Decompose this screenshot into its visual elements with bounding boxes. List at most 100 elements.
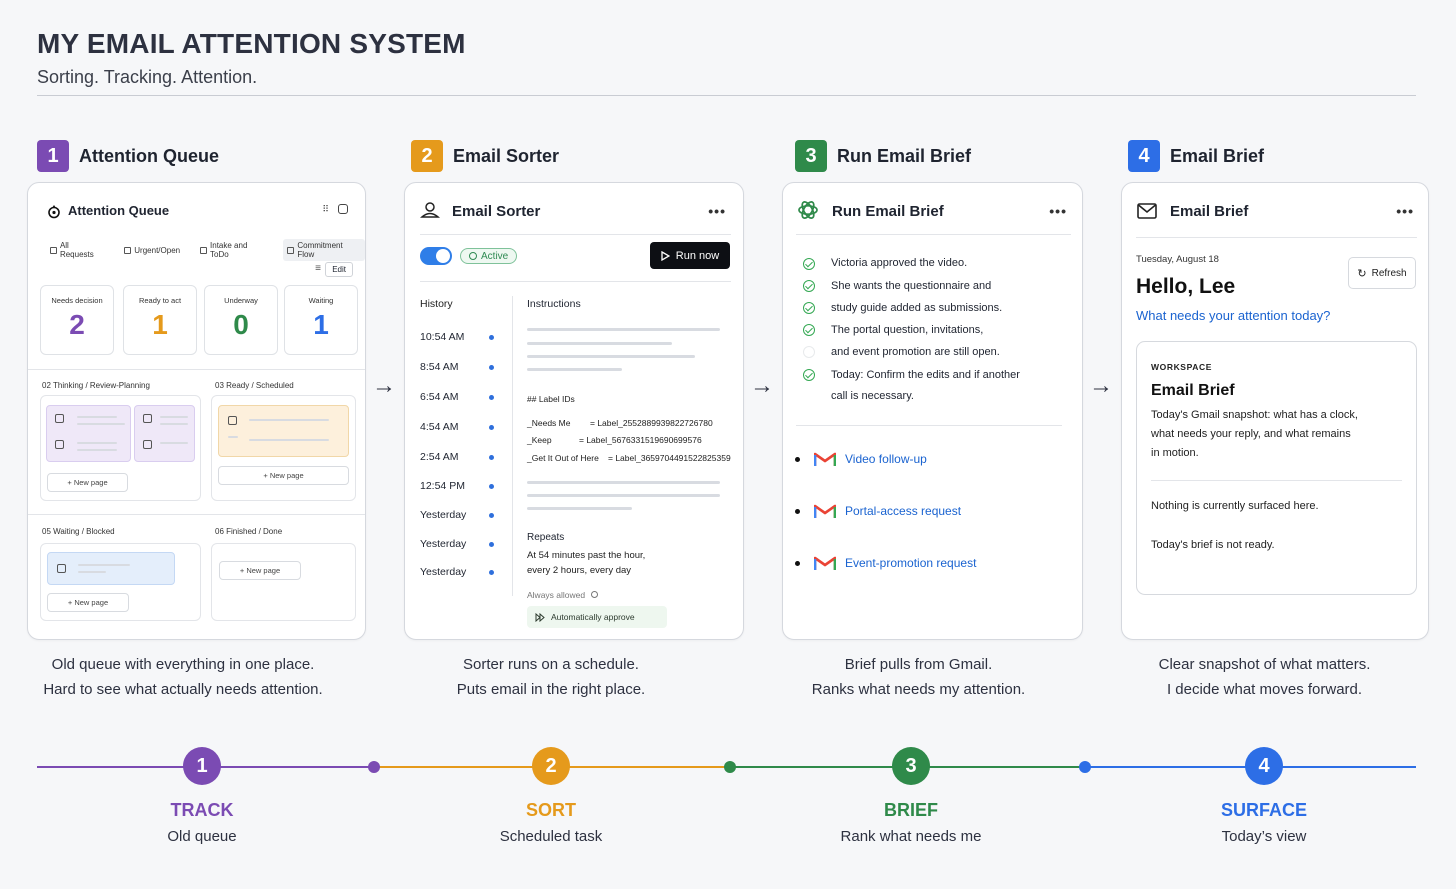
timeline-sub: Old queue — [167, 828, 237, 845]
brief-line: and event promotion are still open. — [831, 346, 1000, 358]
history-label: History — [420, 298, 453, 310]
grid-icon[interactable]: ⠿ — [322, 204, 329, 215]
label-value: = Label_2552889939822726780 — [590, 418, 713, 428]
history-dot — [489, 335, 494, 340]
filter-icon[interactable]: ≡ — [315, 263, 321, 274]
divider — [420, 234, 731, 235]
openai-logo-icon — [798, 201, 818, 219]
step-title-4: Email Brief — [1170, 145, 1265, 166]
history-item[interactable]: 12:54 PM — [420, 480, 465, 492]
timeline-label-track: TRACK — [170, 800, 234, 820]
divider — [796, 425, 1062, 426]
surfaced-status: Nothing is currently surfaced here. — [1151, 500, 1319, 512]
step-title-3: Run Email Brief — [837, 145, 972, 166]
tab-intake-todo[interactable]: Intake and ToDo — [196, 239, 271, 261]
timeline-sub: Rank what needs me — [840, 828, 982, 845]
list-item[interactable] — [46, 405, 131, 462]
stat-waiting[interactable]: Waiting 1 — [284, 285, 358, 355]
section-thinking: 02 Thinking / Review-Planning — [42, 381, 150, 390]
circle-icon — [803, 346, 815, 358]
brief-line: The portal question, invitations, — [831, 324, 984, 336]
history-item[interactable]: Yesterday — [420, 566, 466, 578]
new-page-button[interactable]: + New page — [219, 561, 301, 580]
more-options-icon[interactable]: ••• — [1049, 203, 1067, 219]
workspace-card: WORKSPACE Email Brief Today's Gmail snap… — [1136, 341, 1417, 595]
history-item[interactable]: 8:54 AM — [420, 361, 459, 373]
timeline-label-sort: SORT — [525, 800, 576, 820]
workspace-desc: Today's Gmail snapshot: what has a clock… — [1151, 409, 1358, 421]
step-number-2: 2 — [411, 140, 443, 172]
repeats-schedule: every 2 hours, every day — [527, 565, 632, 576]
workspace-desc: in motion. — [1151, 447, 1199, 459]
divider — [1151, 480, 1402, 481]
table-icon — [50, 246, 57, 254]
caption-4: Clear snapshot of what matters. I decide… — [1158, 656, 1371, 698]
check-circle-icon — [803, 302, 815, 314]
history-item[interactable]: Yesterday — [420, 509, 466, 521]
attention-queue-panel: Attention Queue ⠿ All Requests Urgent/Op… — [27, 182, 366, 640]
stat-underway[interactable]: Underway 0 — [204, 285, 278, 355]
check-circle-icon — [803, 280, 815, 292]
arrow-right-icon: → — [372, 372, 396, 399]
auto-approve-button[interactable]: Automatically approve — [527, 606, 667, 628]
section-ready: 03 Ready / Scheduled — [215, 381, 294, 390]
list-item[interactable] — [218, 405, 349, 457]
timeline-dot — [724, 761, 736, 773]
gmail-link-row[interactable]: Portal-access request — [795, 503, 961, 519]
stat-needs-decision[interactable]: Needs decision 2 — [40, 285, 114, 355]
tab-all-requests[interactable]: All Requests — [46, 239, 108, 261]
history-item[interactable]: 6:54 AM — [420, 391, 459, 403]
check-circle-icon — [469, 252, 477, 260]
gmail-link-row[interactable]: Event-promotion request — [795, 555, 976, 571]
gmail-icon — [814, 452, 836, 466]
sorter-title: Email Sorter — [452, 203, 541, 220]
timeline-step-4: 4 — [1245, 747, 1283, 785]
new-page-button[interactable]: + New page — [218, 466, 349, 485]
email-brief-panel: Email Brief ••• Tuesday, August 18 ↻ Ref… — [1121, 182, 1429, 640]
new-page-button[interactable]: + New page — [47, 593, 129, 612]
run-now-button[interactable]: Run now — [650, 242, 730, 269]
email-brief-title: Email Brief — [1170, 203, 1249, 220]
caption-3: Brief pulls from Gmail. Ranks what needs… — [811, 656, 1026, 698]
step-header-3: 3 Run Email Brief — [795, 140, 971, 172]
page-icon — [143, 414, 152, 423]
label-name: _Get It Out of Here — [527, 453, 599, 463]
tab-commitment-flow[interactable]: Commitment Flow — [283, 239, 365, 261]
list-item[interactable] — [47, 552, 175, 585]
edit-button[interactable]: Edit — [325, 262, 353, 277]
timeline-step-3: 3 — [892, 747, 930, 785]
list-item[interactable] — [134, 405, 195, 462]
page-icon — [55, 440, 64, 449]
workspace-label: WORKSPACE — [1151, 362, 1212, 372]
history-item[interactable]: 4:54 AM — [420, 421, 459, 433]
divider — [28, 369, 365, 370]
more-options-icon[interactable]: ••• — [1396, 203, 1414, 219]
expand-icon[interactable] — [338, 204, 348, 214]
label-value: = Label_5676331519690699576 — [579, 435, 702, 445]
active-toggle[interactable] — [420, 247, 452, 265]
envelope-icon — [1137, 203, 1157, 219]
greeting: Hello, Lee — [1136, 275, 1236, 298]
always-allowed-label: Always allowed — [527, 590, 598, 600]
history-item[interactable]: 10:54 AM — [420, 331, 464, 343]
tab-urgent-open[interactable]: Urgent/Open — [120, 239, 184, 261]
history-item[interactable]: Yesterday — [420, 538, 466, 550]
workspace-desc: what needs your reply, and what remains — [1151, 428, 1351, 440]
brief-line: She wants the questionnaire and — [831, 280, 992, 292]
new-page-button[interactable]: + New page — [47, 473, 128, 492]
brief-line: study guide added as submissions. — [831, 302, 1003, 314]
gmail-link-row[interactable]: Video follow-up — [795, 451, 927, 467]
page-icon — [228, 416, 237, 425]
page-icon — [143, 440, 152, 449]
step-title-1: Attention Queue — [79, 145, 219, 166]
timeline-dot — [368, 761, 380, 773]
history-item[interactable]: 2:54 AM — [420, 451, 459, 463]
status-badge: Active — [460, 248, 518, 264]
repeats-schedule: At 54 minutes past the hour, — [527, 550, 646, 561]
timeline-step-1: 1 — [183, 747, 221, 785]
stat-ready-to-act[interactable]: Ready to act 1 — [123, 285, 197, 355]
refresh-button[interactable]: ↻ Refresh — [1348, 257, 1416, 289]
more-options-icon[interactable]: ••• — [708, 203, 726, 219]
arrow-right-icon: → — [750, 372, 774, 399]
timeline-label-surface: SURFACE — [1220, 800, 1307, 820]
